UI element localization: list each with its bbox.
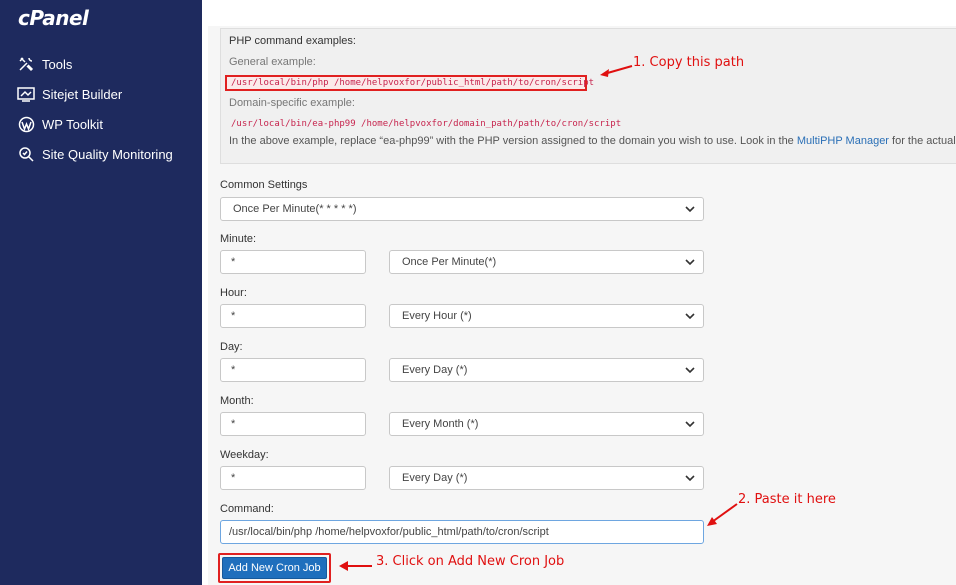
- sidebar-item-site-quality-monitoring[interactable]: Site Quality Monitoring: [16, 144, 173, 164]
- select-value: Every Day (*): [402, 472, 468, 484]
- select-value: Every Month (*): [402, 418, 479, 430]
- weekday-label: Weekday:: [220, 449, 269, 461]
- common-settings-label: Common Settings: [220, 179, 308, 191]
- annotation-step-1: 1. Copy this path: [633, 55, 745, 70]
- examples-title: PHP command examples:: [229, 35, 356, 47]
- select-value: Once Per Minute(*): [402, 256, 497, 268]
- sitejet-icon: [16, 85, 36, 103]
- sidebar-item-label: Sitejet Builder: [42, 86, 123, 102]
- annotation-step-3: 3. Click on Add New Cron Job: [376, 554, 565, 569]
- hour-input[interactable]: *: [220, 304, 366, 328]
- select-value: Once Per Minute(* * * * *): [233, 203, 357, 215]
- wordpress-icon: [16, 115, 36, 133]
- chevron-down-icon: [685, 367, 695, 374]
- examples-note: In the above example, replace “ea-php99”…: [229, 135, 956, 147]
- minute-select[interactable]: Once Per Minute(*): [389, 250, 704, 274]
- multiphp-manager-link[interactable]: MultiPHP Manager: [797, 135, 889, 147]
- sidebar-item-tools[interactable]: Tools: [16, 54, 72, 74]
- arrow-icon: [600, 65, 633, 77]
- cpanel-logo[interactable]: cPanel: [18, 6, 89, 30]
- domain-example-label: Domain-specific example:: [229, 97, 355, 109]
- general-example-label: General example:: [229, 56, 316, 68]
- add-button-highlight: Add New Cron Job: [218, 553, 331, 583]
- select-value: Every Day (*): [402, 364, 468, 376]
- chevron-down-icon: [685, 421, 695, 428]
- hour-label: Hour:: [220, 287, 247, 299]
- arrow-icon: [339, 561, 372, 571]
- day-select[interactable]: Every Day (*): [389, 358, 704, 382]
- chevron-down-icon: [685, 206, 695, 213]
- day-input[interactable]: *: [220, 358, 366, 382]
- month-select[interactable]: Every Month (*): [389, 412, 704, 436]
- chevron-down-icon: [685, 475, 695, 482]
- weekday-select[interactable]: Every Day (*): [389, 466, 704, 490]
- domain-example-code: /usr/local/bin/ea-php99 /home/helpvoxfor…: [231, 119, 622, 129]
- common-settings-select[interactable]: Once Per Minute(* * * * *): [220, 197, 704, 221]
- annotation-step-2: 2. Paste it here: [738, 492, 836, 507]
- tools-icon: [16, 55, 36, 73]
- arrow-icon: [707, 503, 738, 526]
- add-new-cron-job-button[interactable]: Add New Cron Job: [222, 557, 327, 579]
- site-quality-icon: [16, 145, 36, 163]
- note-text-end: for the actual: [888, 135, 956, 147]
- sidebar-item-label: WP Toolkit: [42, 116, 103, 132]
- sidebar-item-wp-toolkit[interactable]: WP Toolkit: [16, 114, 103, 134]
- sidebar-item-sitejet-builder[interactable]: Sitejet Builder: [16, 84, 122, 104]
- note-text: In the above example, replace “ea-php99”…: [229, 135, 797, 147]
- sidebar-item-label: Tools: [42, 56, 73, 72]
- weekday-input[interactable]: *: [220, 466, 366, 490]
- general-example-code[interactable]: /usr/local/bin/php /home/helpvoxfor/publ…: [225, 75, 594, 91]
- select-value: Every Hour (*): [402, 310, 472, 322]
- php-command-examples: PHP command examples: General example: /…: [220, 28, 956, 164]
- minute-input[interactable]: *: [220, 250, 366, 274]
- month-label: Month:: [220, 395, 254, 407]
- sidebar: cPanel Tools Sitejet Builder WP Toolkit …: [0, 0, 202, 585]
- command-input[interactable]: /usr/local/bin/php /home/helpvoxfor/publ…: [220, 520, 704, 544]
- sidebar-item-label: Site Quality Monitoring: [42, 146, 173, 162]
- chevron-down-icon: [685, 259, 695, 266]
- minute-label: Minute:: [220, 233, 257, 245]
- command-label: Command:: [220, 503, 274, 515]
- chevron-down-icon: [685, 313, 695, 320]
- month-input[interactable]: *: [220, 412, 366, 436]
- day-label: Day:: [220, 341, 243, 353]
- hour-select[interactable]: Every Hour (*): [389, 304, 704, 328]
